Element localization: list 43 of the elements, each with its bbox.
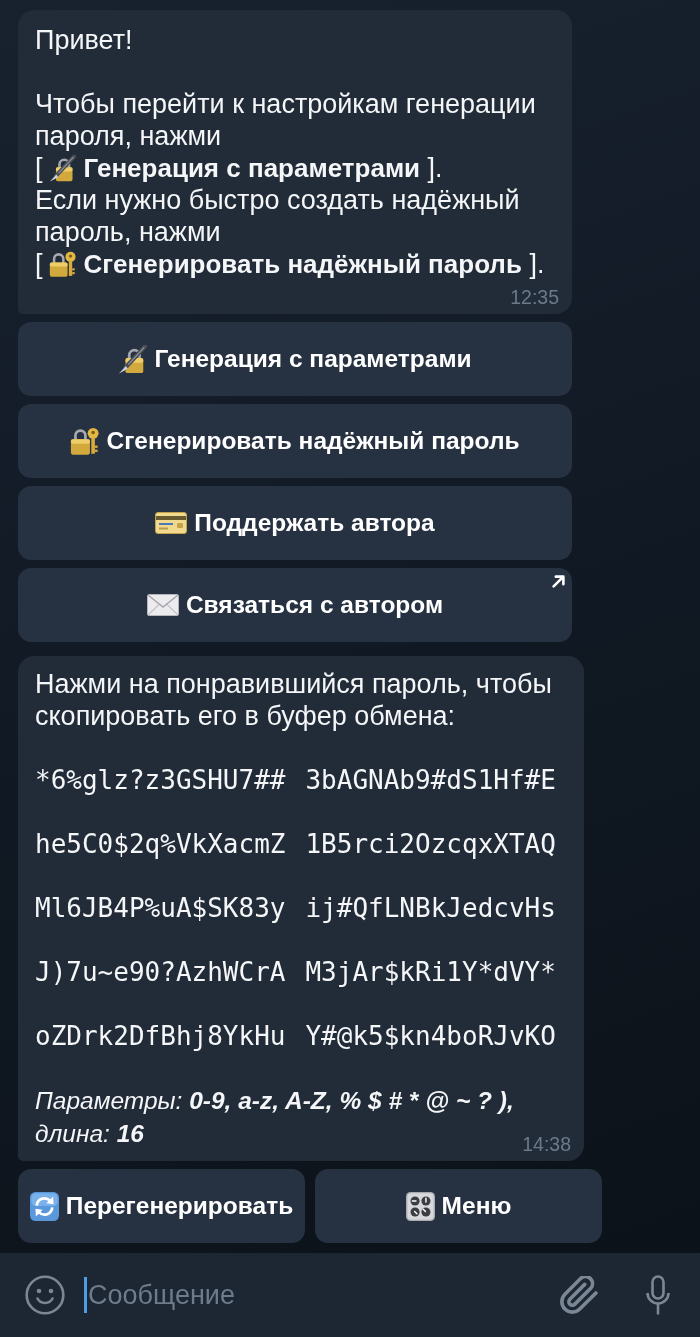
password-code[interactable]: *6%glz?z3GSHU7## — [35, 764, 286, 796]
paperclip-icon[interactable] — [560, 1276, 598, 1314]
command-label: Генерация с параметрами — [83, 153, 421, 183]
message-composer[interactable]: Сообщение — [0, 1253, 700, 1337]
password-code[interactable]: Ml6JB4P%uA$SK83y — [35, 892, 286, 924]
inline-button[interactable]: Меню — [315, 1169, 602, 1243]
message-time: 14:38 — [522, 1133, 571, 1155]
inline-button[interactable]: Перегенерировать — [18, 1169, 305, 1243]
lock-pen-icon — [48, 155, 76, 182]
password-code[interactable]: oZDrk2DfBhj8YkHu — [35, 1020, 286, 1052]
text-cursor-icon — [84, 1277, 87, 1313]
password-code[interactable]: 1B5rci2OzcqxXTAQ — [305, 828, 556, 860]
password-code[interactable]: ij#QfLNBkJedcvHs — [305, 892, 556, 924]
microphone-icon[interactable] — [646, 1275, 670, 1315]
bracket-text: [ — [35, 153, 43, 183]
inline-button[interactable]: Поддержать автора — [18, 486, 572, 560]
lock-key-icon — [48, 251, 76, 278]
message-text: Чтобы перейти к настройкам генерации пароля, нажми — [35, 88, 537, 152]
bracket-text: [ — [35, 249, 43, 279]
message-input[interactable]: Сообщение — [87, 1275, 517, 1315]
inline-button[interactable]: Сгенерировать надёжный пароль — [18, 404, 572, 478]
message-text: Если нужно быстро создать надёжный пароль, нажми — [35, 184, 521, 248]
credit-card-icon — [155, 512, 188, 534]
lock-key-icon — [70, 426, 100, 456]
inline-button[interactable]: Генерация с параметрами — [18, 322, 572, 396]
control-knobs-icon — [405, 1191, 435, 1221]
parameters-text: Параметры: 0-9, a-z, A-Z, % $ # * @ ~ ? ), длина: 16 — [35, 1087, 514, 1147]
inline-button[interactable]: Связаться с автором — [18, 568, 572, 642]
bracket-text: ]. — [427, 153, 443, 183]
message-text: Привет! — [35, 24, 134, 56]
smiley-icon[interactable] — [25, 1275, 65, 1315]
envelope-icon — [146, 594, 179, 616]
message-time: 12:35 — [510, 286, 559, 308]
command-label: Сгенерировать надёжный пароль — [83, 249, 522, 279]
bracket-text: ]. — [529, 249, 545, 279]
password-code[interactable]: Y#@k5$kn4boRJvKO — [305, 1020, 556, 1052]
password-code[interactable]: J)7u~e90?AzhWCrA — [35, 956, 286, 988]
lock-pen-icon — [118, 344, 148, 374]
password-code[interactable]: M3jAr$kRi1Y*dVY* — [305, 956, 556, 988]
message-text: Нажми на понравившийся пароль, чтобы скопировать его в буфер обмена: — [35, 668, 553, 732]
password-code[interactable]: he5C0$2q%VkXacmZ — [35, 828, 286, 860]
password-code[interactable]: 3bAGNAb9#dS1Hf#E — [305, 764, 556, 796]
refresh-icon — [29, 1191, 59, 1221]
